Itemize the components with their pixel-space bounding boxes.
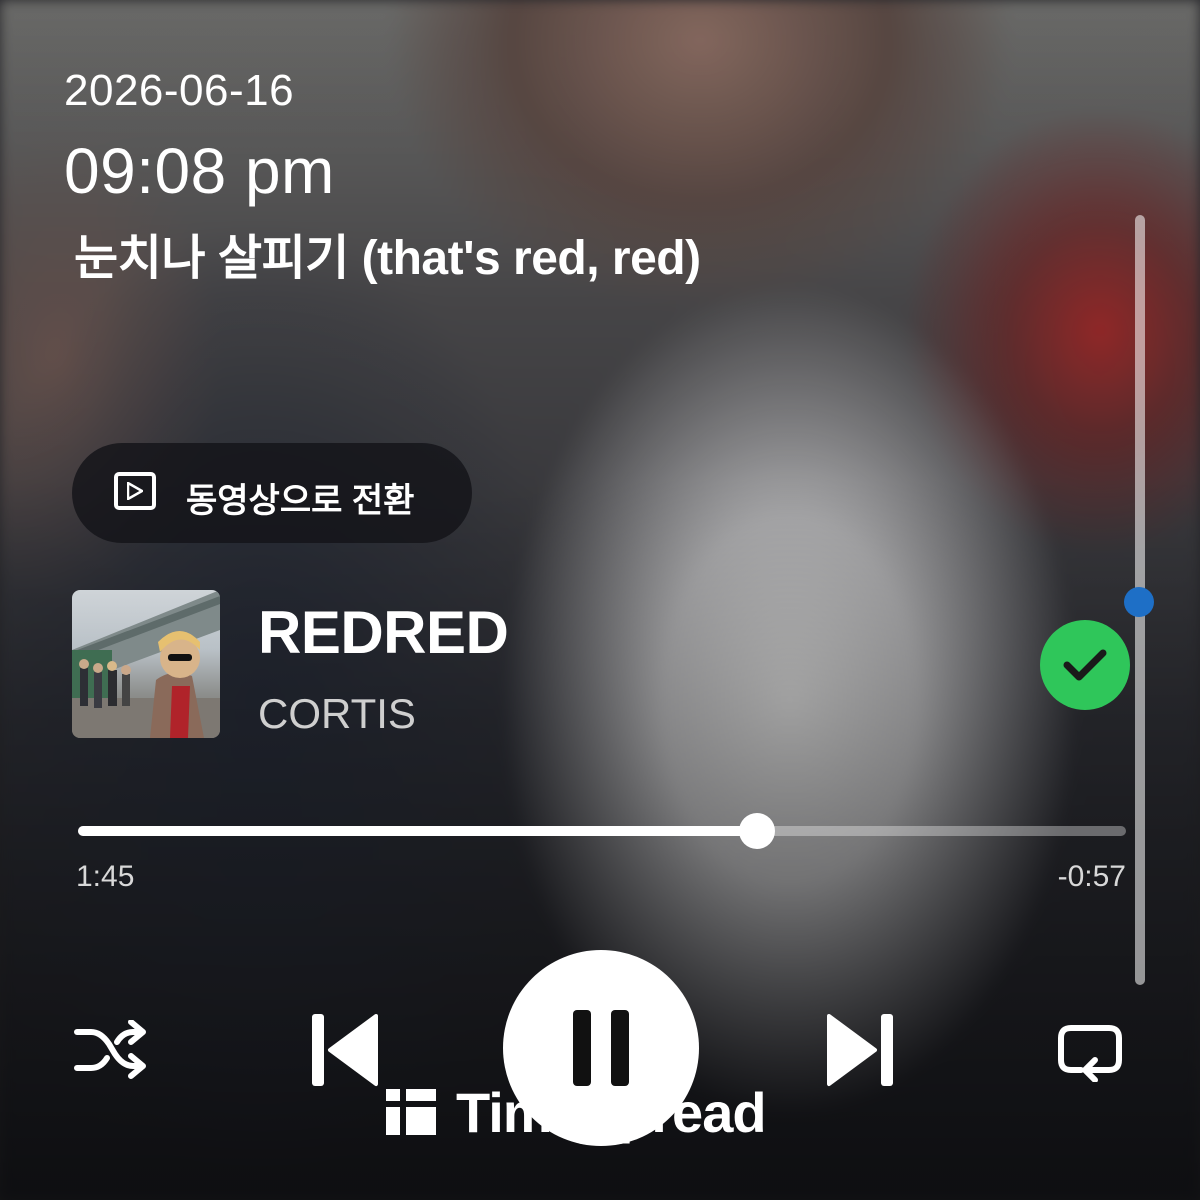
play-square-icon — [114, 472, 156, 510]
time-label: 09:08 pm — [64, 135, 335, 207]
skip-next-icon — [827, 1014, 893, 1086]
track-artist[interactable]: CORTIS — [258, 690, 416, 738]
skip-previous-icon — [312, 1014, 378, 1086]
repeat-button[interactable] — [1050, 1010, 1130, 1090]
track-title: REDRED — [258, 599, 509, 666]
repeat-icon — [1058, 1025, 1122, 1082]
shuffle-icon — [74, 1020, 146, 1079]
album-art[interactable] — [72, 590, 220, 738]
shuffle-button[interactable] — [70, 1010, 150, 1090]
switch-to-video-button[interactable]: 동영상으로 전환 — [72, 443, 472, 543]
switch-to-video-label: 동영상으로 전환 — [186, 482, 415, 520]
seek-bar-fill — [78, 826, 758, 836]
check-icon — [1063, 649, 1107, 681]
timespread-watermark: TimeSpread — [386, 1080, 767, 1144]
date-label: 2026-06-16 — [64, 66, 295, 115]
lyrics-scroll-thumb[interactable] — [1124, 587, 1154, 617]
timespread-logo-icon — [386, 1089, 436, 1135]
previous-track-button[interactable] — [300, 1005, 390, 1095]
watermark-text: TimeSpread — [456, 1080, 767, 1144]
seek-bar[interactable] — [78, 813, 1126, 849]
current-lyric: 눈치나 살피기 (that's red, red) — [74, 232, 701, 285]
pause-icon — [573, 1010, 629, 1086]
elapsed-time: 1:45 — [76, 860, 135, 893]
remaining-time: -0:57 — [1057, 860, 1126, 893]
next-track-button[interactable] — [815, 1005, 905, 1095]
liked-check-button[interactable] — [1040, 620, 1130, 710]
seek-bar-thumb[interactable] — [739, 813, 776, 849]
